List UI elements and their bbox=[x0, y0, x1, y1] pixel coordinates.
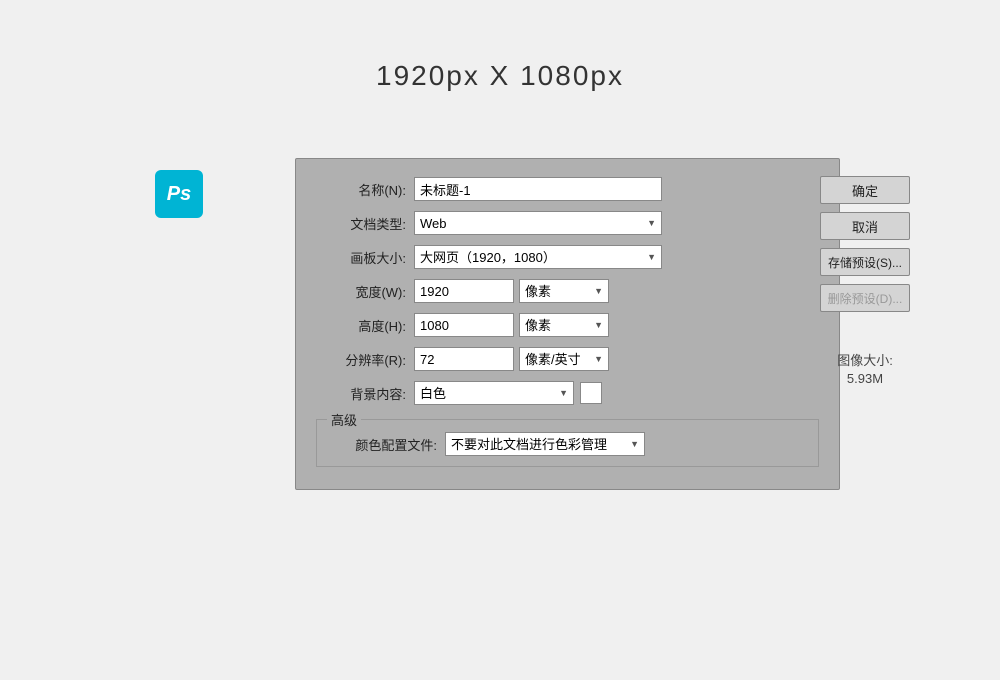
image-size-value: 5.93M bbox=[820, 371, 910, 386]
confirm-button[interactable]: 确定 bbox=[820, 176, 910, 204]
height-label: 高度(H): bbox=[316, 316, 406, 335]
delete-preset-button[interactable]: 删除预设(D)... bbox=[820, 284, 910, 312]
width-row: 宽度(W): 像素 bbox=[316, 279, 819, 303]
image-size-info: 图像大小: 5.93M bbox=[820, 350, 910, 386]
bg-select[interactable]: 白色 bbox=[414, 381, 574, 405]
resolution-input[interactable] bbox=[414, 347, 514, 371]
ps-icon: Ps bbox=[155, 170, 203, 218]
doc-type-label: 文档类型: bbox=[316, 214, 406, 233]
doc-type-row: 文档类型: Web bbox=[316, 211, 819, 235]
color-profile-label: 颜色配置文件: bbox=[327, 435, 437, 454]
width-unit-select[interactable]: 像素 bbox=[519, 279, 609, 303]
resolution-row: 分辨率(R): 像素/英寸 bbox=[316, 347, 819, 371]
canvas-size-row: 画板大小: 大网页（1920，1080） bbox=[316, 245, 819, 269]
name-input[interactable] bbox=[414, 177, 662, 201]
canvas-select-wrapper: 大网页（1920，1080） bbox=[414, 245, 662, 269]
page-title: 1920px X 1080px bbox=[0, 0, 1000, 92]
height-input[interactable] bbox=[414, 313, 514, 337]
name-label: 名称(N): bbox=[316, 180, 406, 199]
width-input[interactable] bbox=[414, 279, 514, 303]
color-profile-row: 颜色配置文件: 不要对此文档进行色彩管理 bbox=[327, 432, 808, 456]
image-size-label: 图像大小: bbox=[820, 350, 910, 369]
canvas-select[interactable]: 大网页（1920，1080） bbox=[414, 245, 662, 269]
resolution-unit-select[interactable]: 像素/英寸 bbox=[519, 347, 609, 371]
doc-type-select[interactable]: Web bbox=[414, 211, 662, 235]
canvas-label: 画板大小: bbox=[316, 248, 406, 267]
color-profile-select[interactable]: 不要对此文档进行色彩管理 bbox=[445, 432, 645, 456]
buttons-column: 确定 取消 存储预设(S)... 删除预设(D)... 图像大小: 5.93M bbox=[820, 176, 910, 386]
doc-type-select-wrapper: Web bbox=[414, 211, 662, 235]
advanced-section: 高级 颜色配置文件: 不要对此文档进行色彩管理 bbox=[316, 419, 819, 467]
width-unit-wrapper: 像素 bbox=[519, 279, 609, 303]
ps-icon-wrapper: Ps bbox=[155, 170, 203, 218]
height-row: 高度(H): 像素 bbox=[316, 313, 819, 337]
name-row: 名称(N): bbox=[316, 177, 819, 201]
color-swatch[interactable] bbox=[580, 382, 602, 404]
color-profile-select-wrapper: 不要对此文档进行色彩管理 bbox=[445, 432, 645, 456]
bg-content-row: 背景内容: 白色 bbox=[316, 381, 819, 405]
advanced-legend: 高级 bbox=[327, 410, 361, 429]
bg-select-wrapper: 白色 bbox=[414, 381, 574, 405]
resolution-unit-wrapper: 像素/英寸 bbox=[519, 347, 609, 371]
cancel-button[interactable]: 取消 bbox=[820, 212, 910, 240]
height-unit-wrapper: 像素 bbox=[519, 313, 609, 337]
width-label: 宽度(W): bbox=[316, 282, 406, 301]
bg-label: 背景内容: bbox=[316, 384, 406, 403]
resolution-label: 分辨率(R): bbox=[316, 350, 406, 369]
height-unit-select[interactable]: 像素 bbox=[519, 313, 609, 337]
new-document-dialog: 名称(N): 文档类型: Web 画板大小: 大网页（1920，1080） 宽度… bbox=[295, 158, 840, 490]
save-preset-button[interactable]: 存储预设(S)... bbox=[820, 248, 910, 276]
